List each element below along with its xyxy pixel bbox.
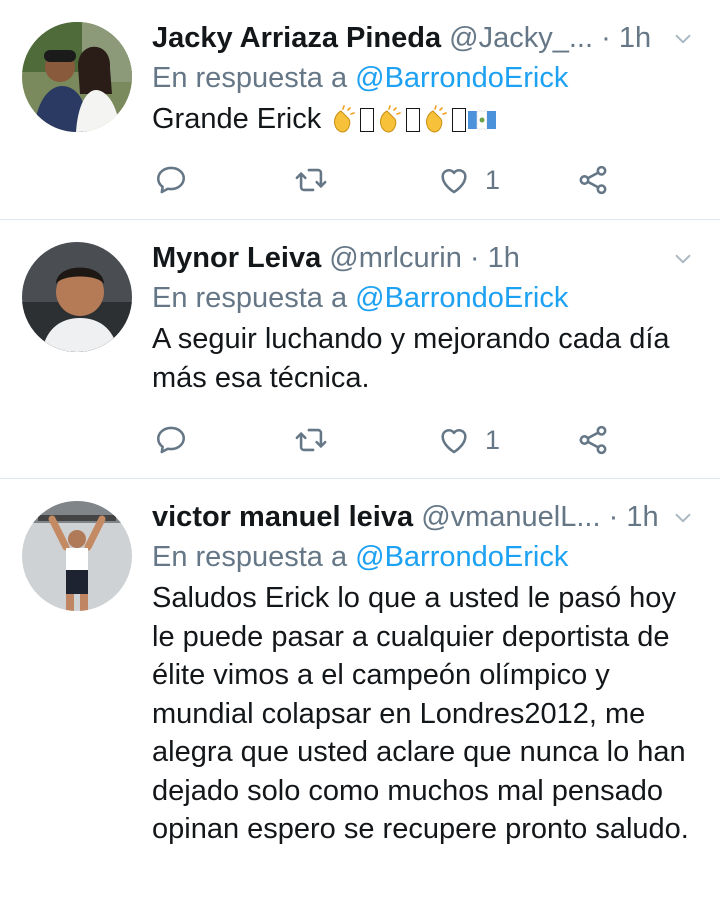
clapping-hands-icon — [380, 105, 402, 133]
share-button[interactable] — [576, 160, 610, 200]
retweet-icon — [294, 163, 328, 197]
avatar[interactable] — [22, 22, 132, 132]
tweet-header: Jacky Arriaza Pineda @Jacky_... · 1h — [152, 18, 672, 58]
separator-dot: · — [601, 22, 611, 54]
mention-link[interactable]: @BarrondoErick — [355, 62, 568, 94]
tweet-text: Saludos Erick lo que a usted le pasó hoy… — [152, 582, 689, 845]
reply-context: En respuesta a @BarrondoErick — [152, 537, 568, 577]
heart-icon — [437, 423, 471, 457]
like-count: 1 — [485, 164, 501, 195]
chevron-down-icon[interactable] — [672, 248, 694, 270]
missing-glyph-icon — [452, 108, 467, 133]
tweet-header: Mynor Leiva @mrlcurin · 1h — [152, 238, 672, 278]
tweet-header: victor manuel leiva @vmanuelL... · 1h — [152, 497, 672, 537]
share-button[interactable] — [576, 420, 610, 460]
author-name[interactable]: Mynor Leiva — [152, 242, 321, 274]
clapping-hands-icon — [334, 105, 356, 133]
author-handle[interactable]: @vmanuelL... — [421, 501, 600, 533]
tweet-text: Grande Erick — [152, 100, 702, 139]
author-handle[interactable]: @Jacky_... — [449, 22, 593, 54]
reply-icon — [154, 163, 188, 197]
tweet-actions: 1 — [152, 160, 622, 200]
chevron-down-icon[interactable] — [672, 28, 694, 50]
tweet-2[interactable]: Mynor Leiva @mrlcurin · 1h En respuesta … — [0, 220, 720, 478]
author-name[interactable]: Jacky Arriaza Pineda — [152, 22, 441, 54]
reply-prefix: En respuesta a — [152, 282, 348, 314]
retweet-icon — [294, 423, 328, 457]
timestamp[interactable]: 1h — [619, 22, 651, 54]
avatar[interactable] — [22, 242, 132, 352]
timestamp[interactable]: 1h — [488, 242, 520, 274]
emoji-sequence — [329, 103, 497, 135]
retweet-button[interactable] — [294, 160, 328, 200]
share-icon — [576, 163, 610, 197]
reply-button[interactable] — [154, 160, 188, 200]
mention-link[interactable]: @BarrondoErick — [355, 282, 568, 314]
reply-context: En respuesta a @BarrondoErick — [152, 278, 568, 318]
reply-button[interactable] — [154, 420, 188, 460]
missing-glyph-icon — [360, 108, 375, 133]
author-name[interactable]: victor manuel leiva — [152, 501, 413, 533]
heart-icon — [437, 163, 471, 197]
like-button[interactable]: 1 — [437, 420, 500, 460]
like-count: 1 — [485, 424, 501, 455]
tweet-3[interactable]: victor manuel leiva @vmanuelL... · 1h En… — [0, 479, 720, 903]
reply-prefix: En respuesta a — [152, 541, 348, 573]
retweet-button[interactable] — [294, 420, 328, 460]
reply-context: En respuesta a @BarrondoErick — [152, 58, 568, 98]
reply-prefix: En respuesta a — [152, 62, 348, 94]
tweet-text-content: Grande Erick — [152, 103, 322, 135]
tweet-actions: 1 — [152, 420, 622, 460]
clapping-hands-icon — [426, 105, 448, 133]
separator-dot: · — [469, 242, 480, 274]
guatemala-flag-icon — [468, 111, 497, 130]
author-handle[interactable]: @mrlcurin — [329, 242, 462, 274]
mention-link[interactable]: @BarrondoErick — [355, 541, 568, 573]
avatar[interactable] — [22, 501, 132, 611]
share-icon — [576, 423, 610, 457]
tweet-text: A seguir luchando y mejorando cada día m… — [152, 323, 670, 394]
separator-dot: · — [608, 501, 619, 533]
reply-icon — [154, 423, 188, 457]
like-button[interactable]: 1 — [437, 160, 500, 200]
chevron-down-icon[interactable] — [672, 507, 694, 529]
timestamp[interactable]: 1h — [626, 501, 658, 533]
tweet-1[interactable]: Jacky Arriaza Pineda @Jacky_... · 1h En … — [0, 0, 720, 219]
missing-glyph-icon — [406, 108, 421, 133]
